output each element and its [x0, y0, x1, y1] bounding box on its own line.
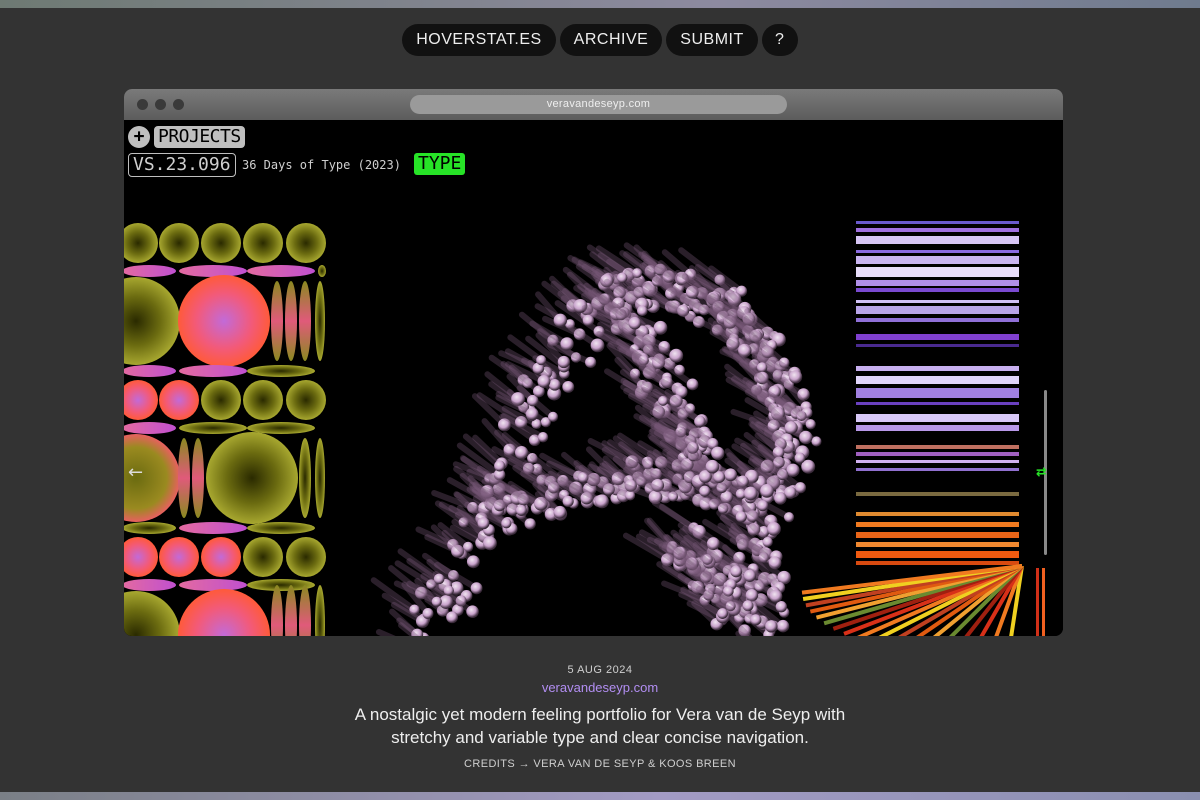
blob-sphere — [767, 521, 781, 536]
blob-sphere — [562, 381, 575, 393]
browser-window: veravandeseyp.com + PROJECTS VS.23.096 3… — [124, 89, 1063, 636]
blob-sphere — [735, 511, 747, 523]
blob-sphere — [628, 316, 642, 330]
blob-sphere — [711, 446, 725, 460]
blob-sphere — [537, 374, 551, 388]
arrow-left-icon[interactable]: ← — [128, 464, 143, 482]
site-preview: + PROJECTS VS.23.096 36 Days of Type (20… — [124, 120, 1063, 636]
window-close-dot[interactable] — [137, 99, 148, 110]
projects-button[interactable]: PROJECTS — [154, 126, 245, 148]
blob-sphere — [784, 421, 798, 435]
blob-sphere — [717, 608, 728, 619]
blob-sphere — [477, 517, 490, 530]
nav-submit-button[interactable]: SUBMIT — [666, 24, 758, 56]
blob-sphere — [537, 432, 549, 443]
blob-sphere — [637, 305, 648, 317]
blob-sphere — [422, 607, 434, 619]
blob-sphere — [553, 505, 567, 519]
blob-sphere — [705, 459, 720, 474]
blob-sphere — [794, 482, 807, 494]
address-bar[interactable]: veravandeseyp.com — [410, 95, 787, 114]
blob-sphere — [548, 378, 561, 391]
entry-site-link[interactable]: veravandeseyp.com — [0, 680, 1200, 695]
blob-sphere — [494, 460, 506, 472]
blob-sphere — [560, 337, 574, 351]
blob-sphere — [536, 355, 547, 366]
entry-date: 5 AUG 2024 — [567, 664, 633, 676]
blob-sphere — [433, 573, 445, 585]
version-label: VS.23.096 — [128, 153, 236, 177]
arrow-right-icon[interactable]: ⇄ — [1036, 466, 1047, 479]
blob-sphere — [443, 585, 454, 596]
blob-letter-art — [370, 242, 822, 636]
blob-sphere — [562, 495, 574, 508]
blob-sphere — [557, 355, 570, 369]
blob-sphere — [783, 512, 795, 523]
blob-sphere — [799, 430, 813, 445]
blob-sphere — [590, 338, 605, 353]
blob-sphere — [585, 356, 597, 368]
type-tag[interactable]: TYPE — [414, 153, 466, 175]
top-gradient-strip — [0, 0, 1200, 8]
circle-pattern-art — [124, 223, 326, 636]
blob-sphere — [699, 485, 711, 497]
blob-sphere — [788, 370, 803, 384]
plus-icon[interactable]: + — [128, 126, 150, 148]
blob-sphere — [466, 605, 479, 618]
blob-sphere — [743, 569, 757, 582]
blob-sphere — [515, 504, 527, 516]
blob-sphere — [669, 348, 684, 363]
nav-archive-button[interactable]: ARCHIVE — [559, 24, 663, 56]
blob-sphere — [431, 596, 442, 607]
stripe-pattern-art — [801, 221, 1045, 636]
blob-sphere — [553, 313, 568, 328]
blob-sphere — [514, 446, 529, 460]
blob-sphere — [470, 582, 483, 595]
blob-sphere — [757, 500, 769, 512]
top-nav: HOVERSTAT.ES ARCHIVE SUBMIT ? — [0, 24, 1200, 56]
site-artwork — [124, 221, 1045, 636]
blob-sphere — [724, 468, 738, 482]
blob-sphere — [774, 492, 787, 505]
blob-sphere — [805, 419, 816, 430]
blob-sphere — [466, 555, 480, 569]
blob-sphere — [743, 486, 758, 501]
blob-sphere — [616, 272, 628, 283]
browser-chrome: veravandeseyp.com — [124, 89, 1063, 120]
blob-sphere — [686, 378, 699, 391]
blob-sphere — [775, 601, 788, 613]
blob-sphere — [594, 494, 609, 509]
project-title: 36 Days of Type (2023) — [242, 158, 401, 172]
blob-sphere — [653, 320, 668, 335]
window-zoom-dot[interactable] — [173, 99, 184, 110]
bottom-gradient-strip — [0, 792, 1200, 800]
blob-sphere — [811, 436, 822, 447]
blob-sphere — [762, 536, 773, 548]
blob-sphere — [760, 483, 774, 498]
entry-description: A nostalgic yet modern feeling portfolio… — [354, 705, 846, 747]
nav-hoverstates-button[interactable]: HOVERSTAT.ES — [402, 24, 556, 56]
blob-sphere — [547, 411, 559, 422]
entry-credits[interactable]: CREDITS → VERA VAN DE SEYP & KOOS BREEN — [0, 758, 1200, 770]
blob-sphere — [501, 518, 512, 529]
blob-sphere — [769, 589, 783, 603]
blob-sphere — [483, 536, 497, 551]
blob-sphere — [525, 407, 539, 421]
window-minimize-dot[interactable] — [155, 99, 166, 110]
blob-sphere — [446, 611, 459, 624]
blob-sphere — [776, 619, 790, 633]
nav-help-button[interactable]: ? — [761, 24, 798, 56]
blob-sphere — [524, 518, 536, 530]
blob-sphere — [750, 614, 762, 626]
blob-sphere — [794, 452, 806, 464]
blob-sphere — [765, 620, 778, 633]
